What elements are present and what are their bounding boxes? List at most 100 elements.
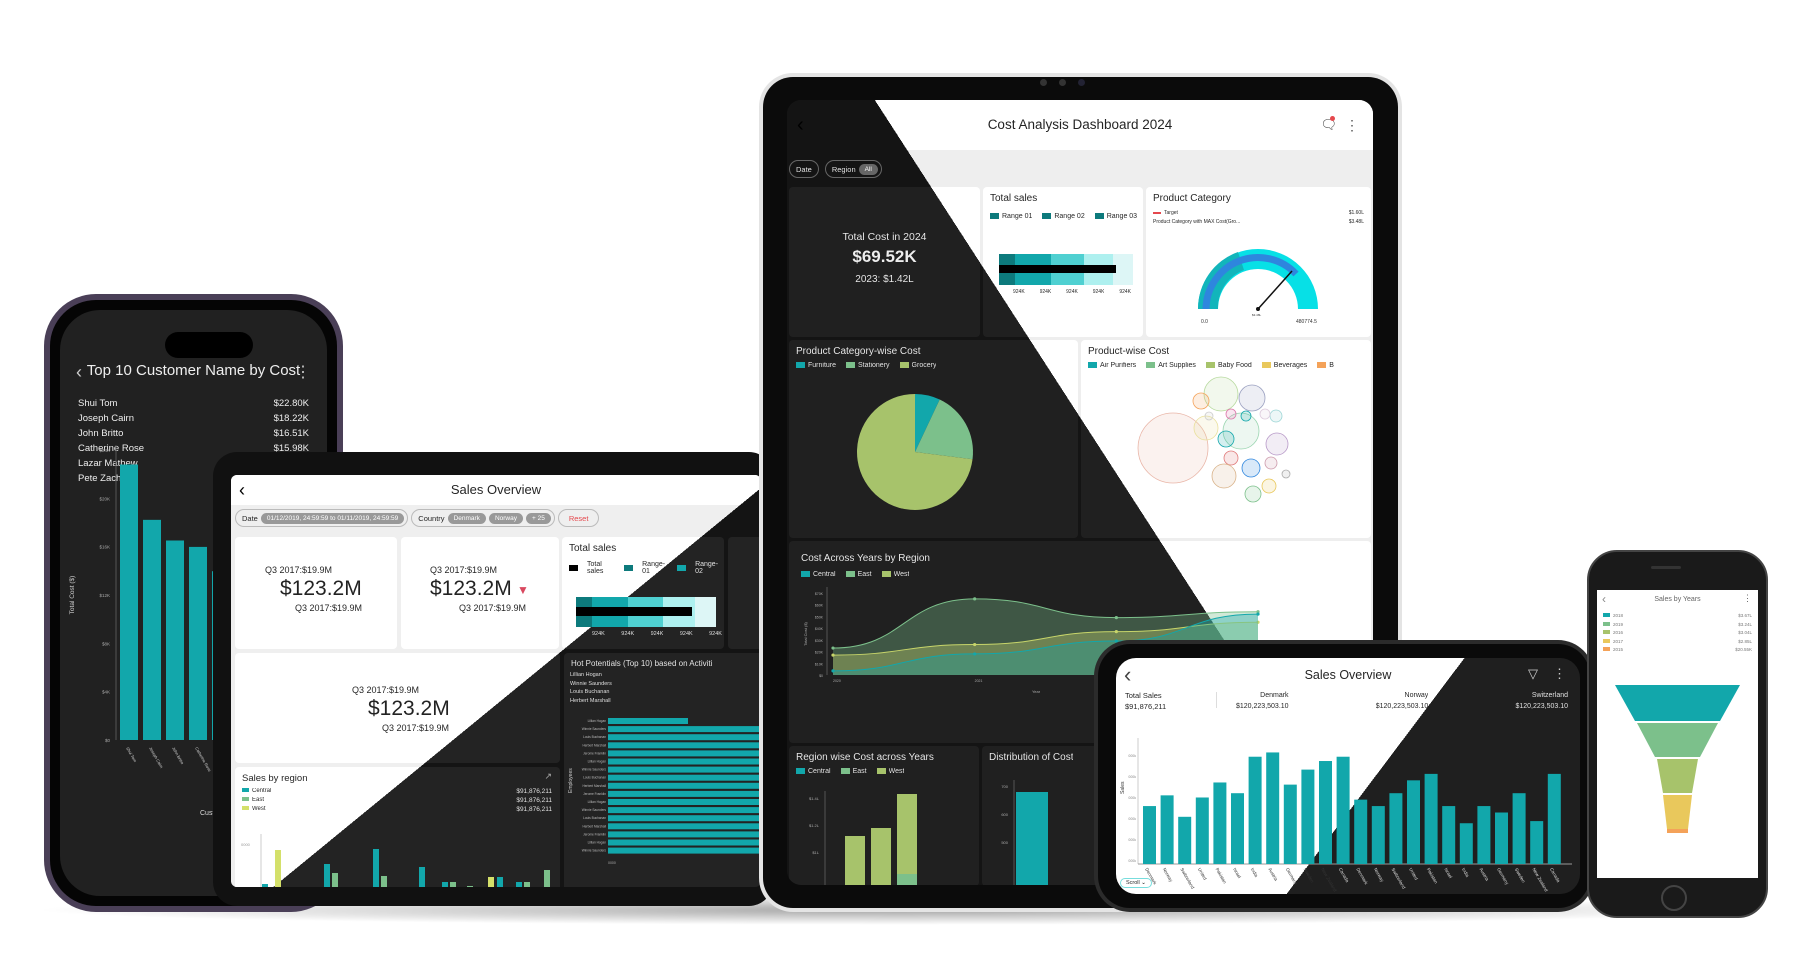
total-value: $91,876,211 [1125, 702, 1167, 711]
bubble [1264, 456, 1278, 470]
date-range-pill[interactable]: 01/12/2019, 24:59:59 to 01/11/2019, 24:5… [260, 512, 405, 524]
bar [608, 734, 761, 741]
filter-icon[interactable]: ▽ [1528, 666, 1538, 682]
y-tick: Lillian Hogan [588, 841, 607, 845]
bar [516, 882, 522, 887]
y-tick: $0 [819, 674, 823, 678]
bar [608, 742, 761, 749]
country-pill[interactable]: Norway [488, 512, 523, 524]
legend-row[interactable]: 2019 $3.24L [1603, 621, 1752, 630]
legend-item[interactable]: B [1317, 362, 1334, 369]
legend-value: $20.55K [1735, 647, 1752, 652]
bar [608, 718, 688, 724]
legend-swatch [881, 571, 891, 578]
bubble [1259, 408, 1271, 420]
bar [1371, 806, 1385, 864]
bar [450, 882, 456, 887]
x-tick: Shui Tom [125, 746, 138, 763]
customer-row[interactable]: Joseph Cairn $18.22K [78, 413, 309, 428]
y-tick: $4K [102, 690, 110, 695]
x-tick: Israel [1232, 867, 1242, 879]
region-filter[interactable]: Region All [824, 160, 882, 178]
bar [608, 790, 761, 797]
legend-label: Range 02 [1054, 213, 1085, 220]
legend-item[interactable]: Beverages [1261, 362, 1307, 369]
legend-item[interactable]: Grocery [899, 362, 936, 369]
legend-item[interactable]: Air Purifiers [1088, 362, 1136, 369]
bar [166, 540, 184, 740]
funnel-segment [1637, 723, 1718, 757]
legend-item[interactable]: East [840, 768, 867, 775]
back-chevron-icon[interactable]: ‹ [239, 475, 245, 505]
legend-label: Central [808, 768, 831, 775]
expand-icon[interactable]: ↗ [544, 771, 552, 782]
legend-row[interactable]: 2015 $20.55K [1603, 646, 1752, 655]
total-cost-kpi: Total Cost in 2024 $69.52K 2023: $1.42L [789, 187, 980, 337]
legend-item[interactable]: Art Supplies [1146, 362, 1196, 369]
legend-value: $3.04L [1738, 630, 1752, 635]
bar [275, 850, 281, 887]
bar [608, 839, 761, 846]
legend-item[interactable]: East [845, 571, 872, 578]
y-tick: Lillian Hogan [588, 800, 607, 804]
legend-item[interactable]: Furniture [796, 362, 836, 369]
country-name: Norway [1376, 690, 1429, 701]
home-button[interactable] [1661, 885, 1687, 911]
back-chevron-icon[interactable]: ‹ [797, 100, 804, 150]
bar [189, 546, 207, 740]
card-title: Product Category [1153, 193, 1231, 204]
country-filter[interactable]: Country Denmark Norway + 25 [411, 509, 555, 527]
card-title: Product-wise Cost [1088, 346, 1170, 357]
legend-label: West [888, 768, 905, 775]
legend-label: Range 01 [1002, 213, 1033, 220]
legend-row[interactable]: 2016 $3.04L [1603, 629, 1752, 638]
bar [143, 519, 161, 740]
x-tick: 0000 [608, 861, 616, 865]
back-chevron-icon[interactable]: ‹ [76, 362, 82, 383]
more-options-icon[interactable]: ⋮ [1553, 666, 1566, 682]
region-cost-years-card: Region wise Cost across Years Central Eas… [789, 746, 979, 885]
scroll-label: Scroll [1126, 880, 1140, 886]
more-options-icon[interactable]: ⋮ [295, 362, 311, 382]
card-title: Total sales [990, 193, 1038, 204]
x-tick: Catherine Rose [194, 746, 213, 773]
total-sales-summary: Total Sales $91,876,211 [1125, 690, 1166, 712]
bar [1248, 756, 1262, 864]
date-label: Date [242, 513, 258, 523]
scroll-button[interactable]: Scroll ⌄ [1120, 878, 1152, 888]
date-filter[interactable]: Date 01/12/2019, 24:59:59 to 01/11/2019, … [235, 509, 409, 527]
date-filter[interactable]: Date [789, 160, 819, 178]
legend-item[interactable]: West [881, 571, 909, 578]
kpi-card: Q3 2017:$19.9M $123.2M ▼ Q3 2017:$19.9M [401, 537, 559, 649]
legend-item[interactable]: Central [801, 571, 836, 578]
y-tick: Herbert Marshall [582, 743, 606, 747]
legend-item[interactable]: Baby Food [1205, 362, 1252, 369]
legend-swatch [845, 571, 855, 578]
x-tick: India [1250, 867, 1259, 878]
legend-row[interactable]: 2017 $2.85L [1603, 638, 1752, 647]
customer-name: Shui Tom [78, 398, 118, 409]
legend-item[interactable]: West [876, 768, 905, 775]
legend-row[interactable]: 2018 $3.67L [1603, 612, 1752, 621]
customer-row[interactable]: Shui Tom $22.80K [78, 398, 309, 413]
gauge-needle-label: $3.48L [1252, 313, 1262, 317]
more-options-icon[interactable]: ⋮ [1743, 593, 1752, 604]
legend-item[interactable]: Central [796, 768, 831, 775]
legend-item[interactable]: Stationery [846, 362, 890, 369]
kpi-card: Q3 2017:$19.9M $123.2M Q3 2017:$19.9M [235, 537, 397, 649]
legend-swatch [1205, 362, 1215, 369]
more-options-icon[interactable]: ⋮ [1345, 100, 1359, 150]
legend-label: B [1329, 362, 1334, 369]
legend: Central East West [801, 571, 909, 578]
country-summary: Denmark $120,223,503.10 Norway $120,223,50… [1236, 690, 1568, 712]
comment-icon[interactable]: 🗨 [1320, 100, 1337, 150]
region-cost-bar-chart: $1.4L $1.2L $1L [809, 791, 917, 885]
value: $91,876,211 [516, 806, 552, 813]
bar [442, 882, 448, 887]
legend-value: $3.67L [1738, 613, 1752, 618]
region-all-pill[interactable]: All [858, 163, 878, 175]
y-tick: Jerome Franklin [583, 832, 606, 836]
country-more-pill[interactable]: + 25 [525, 512, 551, 524]
reset-button[interactable]: Reset [557, 509, 600, 527]
country-pill[interactable]: Denmark [447, 512, 486, 524]
